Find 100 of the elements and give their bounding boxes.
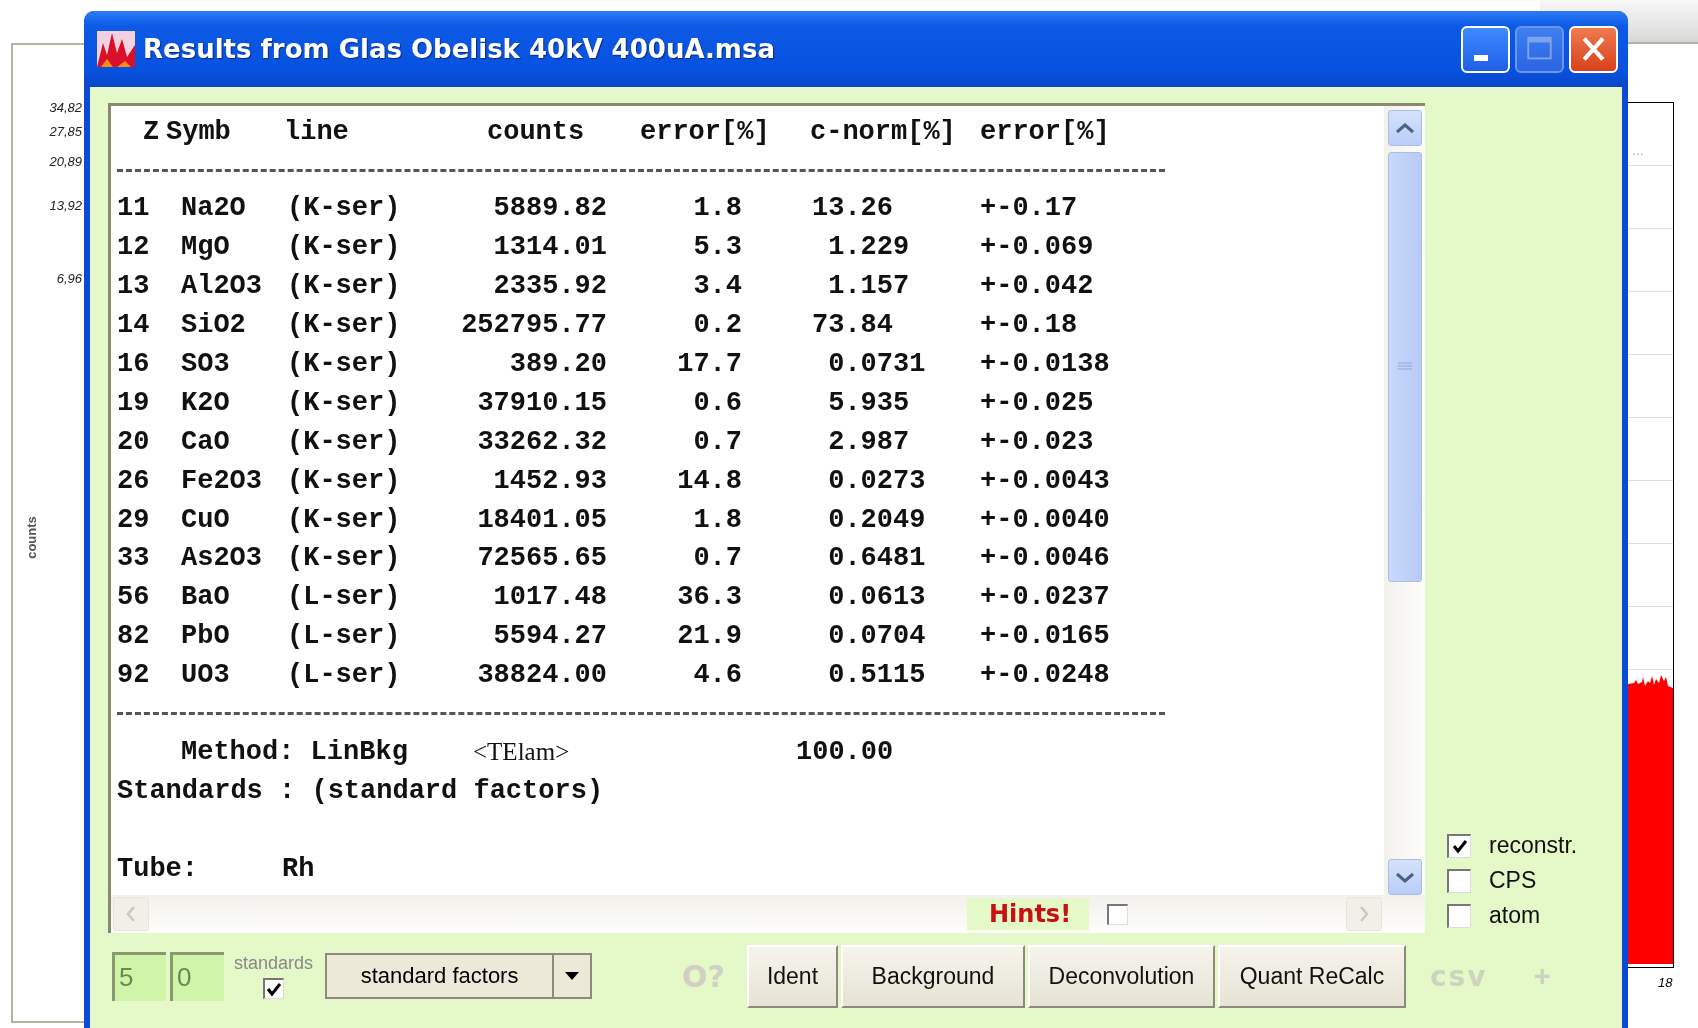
table-cell: 14 xyxy=(117,310,150,341)
table-cell: 72565.65 xyxy=(477,543,607,574)
table-cell: 17.7 xyxy=(677,349,742,379)
maximize-button[interactable] xyxy=(1515,25,1564,73)
action-button[interactable]: Deconvolution xyxy=(1027,944,1215,1008)
table-cell: As2O3 xyxy=(181,543,262,574)
option-checkbox[interactable] xyxy=(1447,833,1471,858)
table-cell: 389.20 xyxy=(509,349,607,379)
table-cell: 12 xyxy=(117,232,150,263)
table-cell: +-0.069 xyxy=(980,232,1094,263)
option-checkbox[interactable] xyxy=(1447,868,1471,893)
tube-label: Tube: xyxy=(117,853,198,884)
table-cell: 4.6 xyxy=(693,660,742,691)
table-cell: 0.0273 xyxy=(828,465,926,496)
table-cell: 1.229 xyxy=(828,232,910,263)
table-cell: K2O xyxy=(181,387,230,418)
table-cell: 11 xyxy=(117,193,150,224)
scroll-thumb[interactable] xyxy=(1387,152,1422,582)
table-cell: +-0.0043 xyxy=(980,465,1110,496)
table-cell: 16 xyxy=(117,349,150,379)
standards-checkbox[interactable] xyxy=(263,978,285,999)
chevron-left-icon xyxy=(125,904,137,924)
table-cell: 36.3 xyxy=(677,582,742,613)
table-cell: 1314.01 xyxy=(493,232,607,263)
table-cell: (L-ser) xyxy=(287,621,401,652)
close-button[interactable] xyxy=(1569,25,1618,73)
table-cell: (K-ser) xyxy=(287,349,401,379)
table-cell: BaO xyxy=(181,582,230,613)
table-cell: CuO xyxy=(181,504,230,535)
minimize-icon xyxy=(1473,55,1488,61)
action-button[interactable]: Quant ReCalc xyxy=(1217,944,1406,1008)
table-cell: 3.4 xyxy=(693,271,742,302)
number-field[interactable]: 0 xyxy=(170,951,224,1001)
table-cell: 5889.82 xyxy=(493,193,607,224)
table-cell: (K-ser) xyxy=(287,310,401,341)
table-cell: 0.6481 xyxy=(828,543,926,574)
table-cell: 0.7 xyxy=(693,426,742,457)
table-cell: CaO xyxy=(181,426,230,457)
table-cell: (K-ser) xyxy=(287,504,401,535)
table-cell: +-0.0248 xyxy=(980,660,1110,691)
table-cell: 1452.93 xyxy=(493,465,607,496)
option-checkbox[interactable] xyxy=(1447,903,1471,928)
axis-tick-label: 20,89 xyxy=(49,154,82,169)
table-cell: 0.2049 xyxy=(828,504,926,535)
table-cell: 5594.27 xyxy=(493,621,607,652)
table-cell: 18401.05 xyxy=(477,504,607,535)
column-header: error[%] xyxy=(640,116,770,147)
action-button[interactable]: Background xyxy=(840,944,1025,1008)
table-cell: +-0.0165 xyxy=(980,621,1110,652)
grip-icon xyxy=(1397,362,1412,372)
number-field[interactable]: 5 xyxy=(112,951,166,1001)
table-cell: Al2O3 xyxy=(181,271,262,302)
checkmark-icon xyxy=(1451,838,1468,854)
table-cell: PbO xyxy=(181,621,230,652)
table-cell: (K-ser) xyxy=(287,271,401,302)
table-cell: 21.9 xyxy=(677,621,742,652)
window-title: Results from Glas Obelisk 40kV 400uA.msa xyxy=(143,34,776,64)
hints-checkbox[interactable] xyxy=(1107,903,1129,925)
axis-tick-label: 27,85 xyxy=(49,124,82,139)
table-cell: 56 xyxy=(117,582,150,613)
table-cell: (K-ser) xyxy=(287,193,401,224)
table-cell: 19 xyxy=(117,387,150,418)
horizontal-scrollbar[interactable]: Hints! xyxy=(111,895,1425,933)
table-cell: 13.26 xyxy=(812,193,893,224)
option-label: reconstr. xyxy=(1489,832,1578,859)
table-cell: 5.935 xyxy=(828,387,910,418)
table-cell: 0.2 xyxy=(693,310,742,341)
scroll-up-button[interactable] xyxy=(1387,110,1422,146)
element-text: <TElam> xyxy=(473,738,570,766)
standards-dropdown[interactable]: standard factors xyxy=(325,953,593,999)
table-cell: 2.987 xyxy=(828,426,910,457)
vertical-scrollbar[interactable] xyxy=(1384,106,1425,895)
table-cell: 13 xyxy=(117,271,150,302)
action-button[interactable]: Ident xyxy=(746,944,838,1008)
chart-legend-text: ... xyxy=(1632,142,1644,158)
minimize-button[interactable] xyxy=(1461,25,1510,73)
table-cell: 0.6 xyxy=(693,387,742,418)
option-label: atom xyxy=(1489,902,1541,929)
hints-label: Hints! xyxy=(967,898,1090,930)
table-cell: 0.0613 xyxy=(828,582,926,613)
total-value: 100.00 xyxy=(796,737,894,767)
column-header: line xyxy=(284,116,349,147)
axis-label: counts xyxy=(23,516,39,559)
column-header: Z xyxy=(142,116,160,147)
caret-icon xyxy=(565,972,580,980)
table-cell: 38824.00 xyxy=(477,660,607,691)
table-cell: 33 xyxy=(117,543,150,574)
table-cell: 1.8 xyxy=(693,193,742,224)
table-cell: UO3 xyxy=(181,660,230,691)
axis-tick-label: 13,92 xyxy=(49,198,82,213)
table-cell: 29 xyxy=(117,504,150,535)
scroll-down-button[interactable] xyxy=(1387,859,1422,895)
table-cell: 26 xyxy=(117,465,150,496)
axis-tick-label: 18 xyxy=(1658,975,1673,990)
table-cell: 0.5115 xyxy=(828,660,926,691)
table-cell: 73.84 xyxy=(812,310,893,341)
table-cell: 92 xyxy=(117,660,150,691)
table-cell: 0.0704 xyxy=(828,621,926,652)
app-icon xyxy=(97,31,135,67)
table-cell: (K-ser) xyxy=(287,387,401,418)
